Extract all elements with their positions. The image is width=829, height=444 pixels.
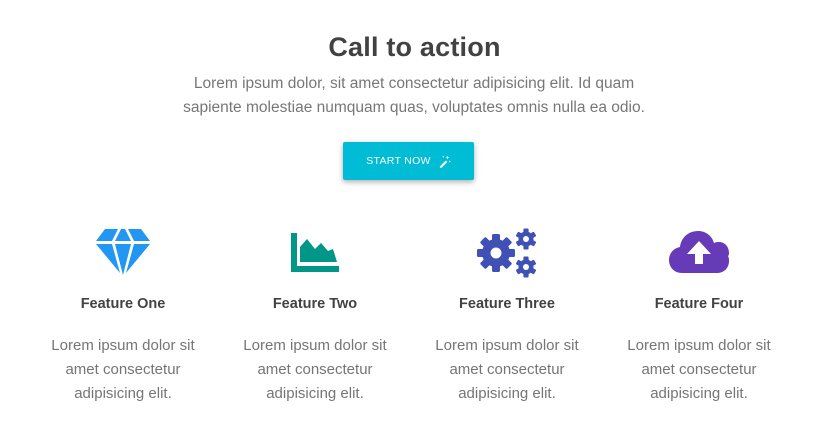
area-chart-icon [283, 222, 347, 282]
magic-wand-icon [438, 154, 451, 168]
feature-text: Lorem ipsum dolor sit amet consectetur a… [243, 337, 387, 402]
feature-title: Feature Three [459, 296, 555, 312]
feature-text: Lorem ipsum dolor sit amet consectetur a… [51, 337, 195, 402]
start-now-button-label: START NOW [366, 155, 431, 167]
feature-text: Lorem ipsum dolor sit amet consectetur a… [435, 337, 579, 402]
cta-title: Call to action [328, 32, 501, 62]
feature-title: Feature One [80, 296, 166, 312]
feature-title: Feature Two [272, 296, 358, 312]
cta-description: Lorem ipsum dolor, sit amet consectetur … [183, 75, 645, 116]
gears-icon [475, 222, 539, 282]
feature-title: Feature Four [654, 296, 744, 312]
start-now-button[interactable]: START NOW [343, 142, 474, 180]
cloud-upload-icon [667, 222, 731, 282]
feature-text: Lorem ipsum dolor sit amet consectetur a… [627, 337, 771, 402]
diamond-icon [91, 222, 155, 282]
